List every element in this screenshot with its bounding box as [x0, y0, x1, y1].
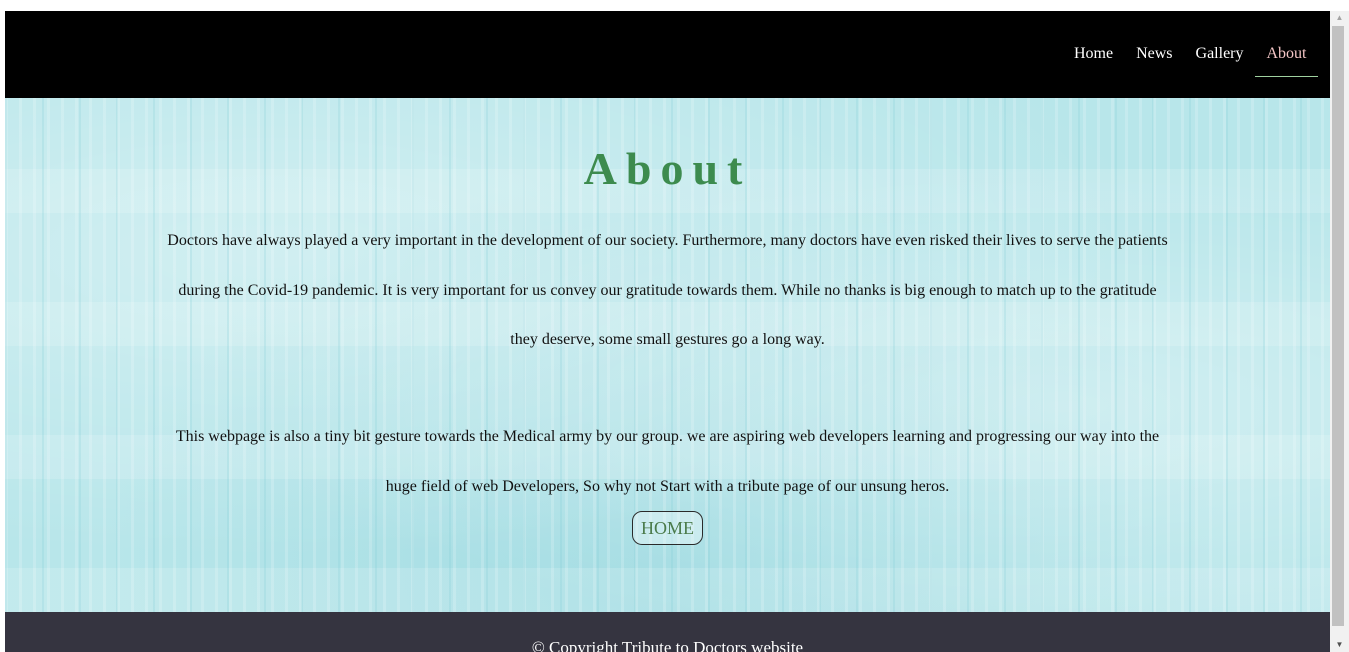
nav-link-home[interactable]: Home	[1062, 41, 1124, 77]
nav-item-news: News	[1125, 41, 1184, 77]
nav-link-gallery[interactable]: Gallery	[1184, 41, 1255, 77]
nav-link-about[interactable]: About	[1255, 41, 1318, 77]
nav-link-news[interactable]: News	[1125, 41, 1184, 77]
copyright-text: © Copyright Tribute to Doctors website	[531, 638, 804, 652]
vertical-scrollbar[interactable]: ▲ ▼	[1330, 11, 1349, 652]
about-section: About Doctors have always played a very …	[5, 98, 1330, 612]
page-viewport: Home News Gallery About About Doctors ha…	[5, 11, 1330, 652]
top-navbar: Home News Gallery About	[5, 11, 1330, 98]
nav-item-home: Home	[1062, 41, 1124, 77]
nav-item-gallery: Gallery	[1184, 41, 1255, 77]
about-paragraph-1: Doctors have always played a very import…	[167, 232, 1168, 348]
nav-menu: Home News Gallery About	[1062, 41, 1318, 77]
scroll-up-arrow-icon[interactable]: ▲	[1330, 11, 1349, 25]
home-button[interactable]: HOME	[632, 511, 703, 545]
page-title: About	[583, 143, 752, 194]
scroll-down-arrow-icon[interactable]: ▼	[1330, 638, 1349, 652]
scroll-thumb[interactable]	[1332, 26, 1344, 626]
nav-item-about: About	[1255, 41, 1318, 77]
page-footer: © Copyright Tribute to Doctors website	[5, 612, 1330, 652]
about-paragraph-2: This webpage is also a tiny bit gesture …	[175, 428, 1160, 495]
